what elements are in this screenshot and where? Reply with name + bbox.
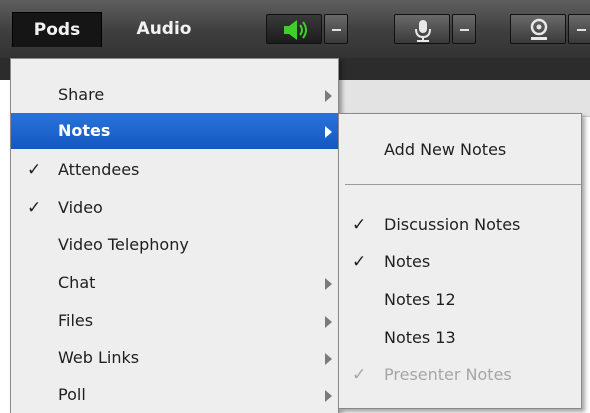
menu-item-label: Poll xyxy=(58,385,86,404)
menubar: Pods Audio xyxy=(0,0,590,58)
webcam-icon xyxy=(530,18,548,40)
menu-item-chat[interactable]: Chat xyxy=(11,265,338,301)
microphone-icon xyxy=(415,20,431,42)
chevron-down-icon xyxy=(577,29,586,31)
menu-pods[interactable]: Pods xyxy=(12,12,102,47)
menu-item-web-links[interactable]: Web Links xyxy=(11,340,338,376)
menu-item-video-telephony[interactable]: Video Telephony xyxy=(11,227,338,263)
app-window: Pods Audio Share Notes ✓ Attendees ✓ Vid… xyxy=(0,0,590,413)
checkmark-icon: ✓ xyxy=(352,252,367,272)
submenu-divider xyxy=(345,184,581,185)
pods-dropdown-menu: Share Notes ✓ Attendees ✓ Video Video Te… xyxy=(10,58,339,413)
submenu-item-presenter-notes: ✓ Presenter Notes xyxy=(339,357,581,393)
menu-item-label: Attendees xyxy=(58,160,140,179)
chevron-down-icon xyxy=(460,29,469,31)
menu-item-label: Share xyxy=(58,85,105,104)
submenu-item-label: Notes 13 xyxy=(384,328,456,347)
menu-item-label: Chat xyxy=(58,273,96,292)
submenu-item-notes[interactable]: ✓ Notes xyxy=(339,244,581,280)
menu-audio[interactable]: Audio xyxy=(122,12,206,46)
speaker-dropdown-button[interactable] xyxy=(324,14,348,44)
webcam-button[interactable] xyxy=(510,14,566,44)
menu-item-notes[interactable]: Notes xyxy=(11,113,338,149)
menu-item-share[interactable]: Share xyxy=(11,77,338,113)
speaker-icon xyxy=(284,20,307,40)
checkmark-icon: ✓ xyxy=(352,365,367,385)
menu-item-label: Notes xyxy=(58,121,111,140)
submenu-item-label: Discussion Notes xyxy=(384,215,521,234)
submenu-item-label: Add New Notes xyxy=(384,140,507,159)
submenu-item-notes-13[interactable]: Notes 13 xyxy=(339,320,581,356)
submenu-item-add-new-notes[interactable]: Add New Notes xyxy=(339,132,581,168)
microphone-dropdown-button[interactable] xyxy=(452,14,476,44)
menu-item-poll[interactable]: Poll xyxy=(11,377,338,413)
menu-item-files[interactable]: Files xyxy=(11,303,338,339)
submenu-item-discussion-notes[interactable]: ✓ Discussion Notes xyxy=(339,207,581,243)
submenu-item-label: Presenter Notes xyxy=(384,365,512,384)
notes-submenu: Add New Notes ✓ Discussion Notes ✓ Notes… xyxy=(338,113,582,409)
checkmark-icon: ✓ xyxy=(27,198,42,218)
webcam-dropdown-button[interactable] xyxy=(568,14,590,44)
pod-header-background xyxy=(338,80,590,117)
menu-item-label: Web Links xyxy=(58,348,140,367)
menu-item-label: Files xyxy=(58,311,94,330)
submenu-arrow-icon xyxy=(325,353,332,365)
checkmark-icon: ✓ xyxy=(352,215,367,235)
menu-item-label: Video xyxy=(58,198,103,217)
microphone-button[interactable] xyxy=(394,14,450,44)
submenu-item-label: Notes xyxy=(384,252,431,271)
submenu-arrow-icon xyxy=(325,278,332,290)
menu-item-video[interactable]: ✓ Video xyxy=(11,190,338,226)
submenu-arrow-icon xyxy=(325,90,332,102)
submenu-arrow-icon xyxy=(325,316,332,328)
submenu-arrow-icon xyxy=(325,126,332,138)
submenu-arrow-icon xyxy=(325,390,332,402)
submenu-item-label: Notes 12 xyxy=(384,290,456,309)
chevron-down-icon xyxy=(332,29,341,31)
submenu-item-notes-12[interactable]: Notes 12 xyxy=(339,282,581,318)
menu-item-label: Video Telephony xyxy=(58,235,189,254)
speaker-button[interactable] xyxy=(266,14,322,44)
menu-item-attendees[interactable]: ✓ Attendees xyxy=(11,152,338,188)
checkmark-icon: ✓ xyxy=(27,160,42,180)
